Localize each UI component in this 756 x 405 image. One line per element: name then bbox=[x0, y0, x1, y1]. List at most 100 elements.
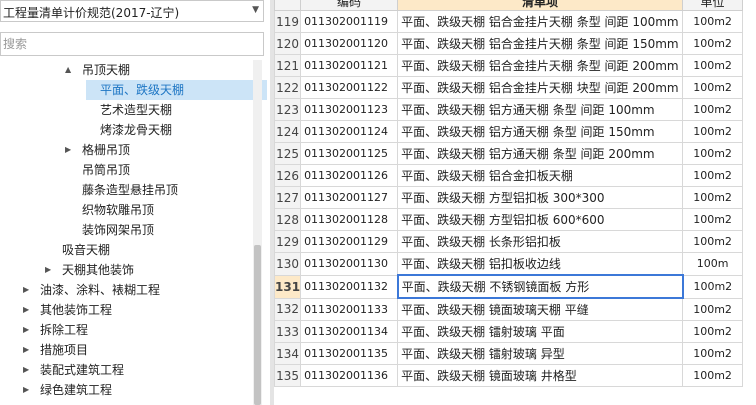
unit-cell[interactable]: 100m2 bbox=[682, 230, 744, 253]
table-row[interactable]: 132 011302001133 平面、跌级天棚 镜面玻璃天棚 平缝 100m2 bbox=[274, 297, 744, 321]
unit-cell[interactable]: 100m2 bbox=[682, 76, 744, 99]
row-number-cell[interactable]: 125 bbox=[274, 142, 302, 165]
table-row[interactable]: 119 011302001119 平面、跌级天棚 铝合金挂片天棚 条型 间距 100… bbox=[274, 10, 744, 33]
row-number-cell[interactable]: 128 bbox=[274, 208, 302, 231]
expand-arrow-icon[interactable]: ▶ bbox=[23, 360, 29, 380]
code-cell[interactable]: 011302001123 bbox=[300, 98, 399, 121]
tree-scrollbar[interactable] bbox=[253, 60, 262, 405]
row-number-cell[interactable]: 133 bbox=[274, 320, 302, 343]
table-row[interactable]: 129 011302001129 平面、跌级天棚 长条形铝扣板 100m2 bbox=[274, 230, 744, 253]
unit-cell[interactable]: 100m bbox=[682, 252, 744, 276]
tree-item[interactable]: ▲ 吊顶天棚 bbox=[65, 60, 130, 80]
table-row[interactable]: 121 011302001121 平面、跌级天棚 铝合金挂片天棚 条型 间距 200… bbox=[274, 54, 744, 77]
name-cell[interactable]: 平面、跌级天棚 铝合金挂片天棚 条型 间距 150mm bbox=[397, 32, 684, 55]
row-number-cell[interactable]: 132 bbox=[274, 297, 302, 321]
name-cell[interactable]: 平面、跌级天棚 铝合金挂片天棚 条型 间距 100mm bbox=[397, 10, 684, 33]
unit-cell[interactable]: 100m2 bbox=[682, 164, 744, 187]
name-cell[interactable]: 平面、跌级天棚 镜面玻璃天棚 平缝 bbox=[397, 297, 684, 321]
tree-item[interactable]: ▶ 措施项目 bbox=[23, 340, 88, 360]
unit-cell[interactable]: 100m2 bbox=[682, 320, 744, 343]
row-number-cell[interactable]: 130 bbox=[274, 252, 302, 276]
code-cell[interactable]: 011302001126 bbox=[300, 164, 399, 187]
table-row[interactable]: 123 011302001123 平面、跌级天棚 铝方通天棚 条型 间距 100mm… bbox=[274, 98, 744, 121]
code-cell[interactable]: 011302001129 bbox=[300, 230, 399, 253]
chevron-down-icon[interactable]: ▼ bbox=[252, 5, 259, 15]
tree-item[interactable]: ▶ 拆除工程 bbox=[23, 320, 88, 340]
table-row[interactable]: 135 011302001136 平面、跌级天棚 镜面玻璃 井格型 100m2 bbox=[274, 364, 744, 387]
unit-cell[interactable]: 100m2 bbox=[682, 364, 744, 387]
row-number-cell[interactable]: 122 bbox=[274, 76, 302, 99]
unit-header[interactable]: 单位 bbox=[682, 0, 744, 11]
expand-arrow-icon[interactable]: ▶ bbox=[23, 320, 29, 340]
tree-item[interactable]: ▶ 油漆、涂料、裱糊工程 bbox=[23, 280, 160, 300]
name-cell[interactable]: 平面、跌级天棚 方型铝扣板 300*300 bbox=[397, 186, 684, 209]
name-cell[interactable]: 平面、跌级天棚 铝合金挂片天棚 条型 间距 200mm bbox=[397, 54, 684, 77]
code-cell[interactable]: 011302001122 bbox=[300, 76, 399, 99]
row-number-cell[interactable]: 121 bbox=[274, 54, 302, 77]
unit-cell[interactable]: 100m2 bbox=[682, 32, 744, 55]
expand-arrow-icon[interactable]: ▶ bbox=[23, 280, 29, 300]
name-cell[interactable]: 平面、跌级天棚 铝合金挂片天棚 块型 间距 200mm bbox=[397, 76, 684, 99]
tree-item[interactable]: 装饰网架吊顶 bbox=[82, 220, 154, 240]
expand-arrow-icon[interactable]: ▶ bbox=[23, 340, 29, 360]
search-input[interactable] bbox=[1, 34, 255, 54]
code-cell[interactable]: 011302001134 bbox=[300, 320, 399, 343]
row-number-cell[interactable]: 134 bbox=[274, 342, 302, 365]
table-row[interactable]: 126 011302001126 平面、跌级天棚 铝合金扣板天棚 100m2 bbox=[274, 164, 744, 187]
name-header[interactable]: 清单项 bbox=[397, 0, 684, 11]
row-number-cell[interactable]: 123 bbox=[274, 98, 302, 121]
name-cell[interactable]: 平面、跌级天棚 镭射玻璃 平面 bbox=[397, 320, 684, 343]
tree-item[interactable]: 烤漆龙骨天棚 bbox=[100, 120, 172, 140]
table-row[interactable]: 124 011302001124 平面、跌级天棚 铝方通天棚 条型 间距 150mm… bbox=[274, 120, 744, 143]
tree-item[interactable]: 织物软雕吊顶 bbox=[82, 200, 154, 220]
table-row[interactable]: 133 011302001134 平面、跌级天棚 镭射玻璃 平面 100m2 bbox=[274, 320, 744, 343]
name-cell[interactable]: 平面、跌级天棚 镜面玻璃 井格型 bbox=[397, 364, 684, 387]
expand-arrow-icon[interactable]: ▶ bbox=[23, 380, 29, 400]
name-cell[interactable]: 平面、跌级天棚 长条形铝扣板 bbox=[397, 230, 684, 253]
tree-item[interactable]: 藤条造型悬挂吊顶 bbox=[82, 180, 178, 200]
expand-arrow-icon[interactable]: ▶ bbox=[65, 140, 71, 160]
code-cell[interactable]: 011302001124 bbox=[300, 120, 399, 143]
code-cell[interactable]: 011302001127 bbox=[300, 186, 399, 209]
tree-item[interactable]: 平面、跌级天棚 bbox=[86, 80, 267, 100]
code-cell[interactable]: 011302001128 bbox=[300, 208, 399, 231]
tree-item[interactable]: 吸音天棚 bbox=[62, 240, 110, 260]
name-cell[interactable]: 平面、跌级天棚 铝方通天棚 条型 间距 200mm bbox=[397, 142, 684, 165]
name-cell[interactable]: 平面、跌级天棚 铝扣板收边线 bbox=[397, 252, 684, 276]
table-row[interactable]: 134 011302001135 平面、跌级天棚 镭射玻璃 异型 100m2 bbox=[274, 342, 744, 365]
spec-dropdown[interactable]: 工程量清单计价规范(2017-辽宁) ▼ bbox=[0, 0, 264, 22]
name-cell[interactable]: 平面、跌级天棚 铝方通天棚 条型 间距 150mm bbox=[397, 120, 684, 143]
tree-item[interactable]: ▶ 装配式建筑工程 bbox=[23, 360, 124, 380]
row-number-cell[interactable]: 135 bbox=[274, 364, 302, 387]
name-cell[interactable]: 平面、跌级天棚 镭射玻璃 异型 bbox=[397, 342, 684, 365]
code-cell[interactable]: 011302001136 bbox=[300, 364, 399, 387]
search-box[interactable] bbox=[0, 32, 264, 56]
unit-cell[interactable]: 100m2 bbox=[682, 10, 744, 33]
code-header[interactable]: 编码 bbox=[300, 0, 399, 11]
table-row[interactable]: 125 011302001125 平面、跌级天棚 铝方通天棚 条型 间距 200mm… bbox=[274, 142, 744, 165]
row-number-cell[interactable]: 126 bbox=[274, 164, 302, 187]
unit-cell[interactable]: 100m2 bbox=[682, 120, 744, 143]
tree-scrollbar-thumb[interactable] bbox=[254, 245, 261, 405]
row-number-cell[interactable]: 124 bbox=[274, 120, 302, 143]
unit-cell[interactable]: 100m2 bbox=[682, 297, 744, 321]
code-cell[interactable]: 011302001120 bbox=[300, 32, 399, 55]
expand-arrow-icon[interactable]: ▶ bbox=[23, 300, 29, 320]
row-number-cell[interactable]: 131 bbox=[274, 274, 302, 299]
collapse-arrow-icon[interactable]: ▲ bbox=[65, 60, 71, 80]
table-row[interactable]: 122 011302001122 平面、跌级天棚 铝合金挂片天棚 块型 间距 200… bbox=[274, 76, 744, 99]
name-cell[interactable]: 平面、跌级天棚 不锈钢镜面板 方形 bbox=[396, 274, 684, 299]
row-number-cell[interactable]: 120 bbox=[274, 32, 302, 55]
tree-item[interactable]: ▶ 格栅吊顶 bbox=[65, 140, 130, 160]
unit-cell[interactable]: 100m2 bbox=[682, 142, 744, 165]
code-cell[interactable]: 011302001121 bbox=[300, 54, 399, 77]
code-cell[interactable]: 011302001125 bbox=[300, 142, 399, 165]
table-row[interactable]: 131 011302001132 平面、跌级天棚 不锈钢镜面板 方形 100m2 bbox=[274, 274, 744, 299]
row-number-cell[interactable]: 129 bbox=[274, 230, 302, 253]
row-number-cell[interactable]: 127 bbox=[274, 186, 302, 209]
table-row[interactable]: 128 011302001128 平面、跌级天棚 方型铝扣板 600*600 100m… bbox=[274, 208, 744, 231]
tree-item[interactable]: ▶ 天棚其他装饰 bbox=[45, 260, 134, 280]
unit-cell[interactable]: 100m2 bbox=[682, 98, 744, 121]
unit-cell[interactable]: 100m2 bbox=[682, 186, 744, 209]
name-cell[interactable]: 平面、跌级天棚 铝方通天棚 条型 间距 100mm bbox=[397, 98, 684, 121]
